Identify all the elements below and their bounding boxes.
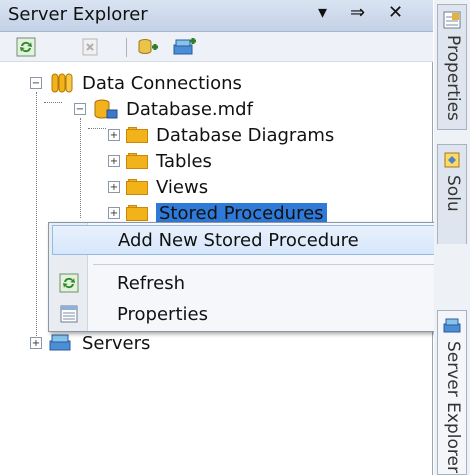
tree-guide-line	[88, 128, 106, 129]
tree-item-tables[interactable]: + Tables	[108, 148, 212, 174]
properties-icon	[443, 11, 461, 29]
folder-icon	[126, 127, 148, 143]
refresh-icon	[59, 273, 79, 293]
tab-label: Server Explorer	[443, 341, 463, 473]
menu-item-refresh[interactable]: Refresh	[49, 268, 461, 298]
collapse-toggle[interactable]: −	[74, 103, 86, 115]
tree-item-label: Data Connections	[82, 72, 242, 94]
tab-label: Solu	[443, 175, 463, 212]
menu-separator	[93, 264, 455, 265]
expand-toggle[interactable]: +	[108, 129, 120, 141]
menu-item-label: Refresh	[117, 272, 185, 294]
connect-server-icon[interactable]	[172, 37, 198, 57]
servers-icon	[49, 334, 71, 351]
tree-item-label: Views	[156, 176, 209, 198]
tree-item-database[interactable]: − Database.mdf	[74, 96, 253, 122]
panel-toolbar	[0, 32, 433, 62]
refresh-icon[interactable]	[16, 37, 36, 57]
data-connections-icon	[51, 73, 73, 93]
toolbar-separator	[126, 38, 127, 57]
menu-item-properties[interactable]: Properties	[49, 299, 461, 329]
panel-title: Server Explorer	[8, 4, 148, 25]
tree-item-label: Database.mdf	[126, 98, 253, 120]
tree-guide-line	[36, 92, 37, 346]
database-icon	[94, 99, 118, 119]
close-icon[interactable]: ✕	[388, 2, 403, 23]
tab-properties[interactable]: Properties	[437, 4, 467, 130]
tab-solution-explorer[interactable]: Solu	[437, 144, 467, 244]
panel-titlebar: Server Explorer ▾ ⇒ ✕	[0, 0, 433, 32]
expand-toggle[interactable]: +	[108, 181, 120, 193]
tab-label: Properties	[443, 35, 463, 121]
menu-item-add-new-stored-procedure[interactable]: Add New Stored Procedure	[52, 225, 458, 255]
tree-guide-line	[80, 118, 81, 218]
tree-item-label-selected: Stored Procedures	[156, 202, 327, 224]
expand-toggle[interactable]: +	[108, 155, 120, 167]
tree-item-label: Tables	[156, 150, 212, 172]
connect-database-icon[interactable]	[136, 37, 162, 57]
expand-toggle[interactable]: +	[30, 337, 42, 349]
expand-toggle[interactable]: +	[108, 207, 120, 219]
menu-item-label: Add New Stored Procedure	[118, 229, 359, 251]
tree-item-label: Database Diagrams	[156, 124, 335, 146]
tree-item-data-connections[interactable]: − Data Connections	[30, 70, 242, 96]
collapse-toggle[interactable]: −	[30, 77, 42, 89]
tab-server-explorer[interactable]: Server Explorer	[437, 310, 467, 475]
menu-item-label: Properties	[117, 303, 208, 325]
solution-icon	[444, 152, 460, 168]
tree-item-database-diagrams[interactable]: + Database Diagrams	[108, 122, 334, 148]
tree-guide-line	[44, 102, 62, 103]
stop-icon[interactable]	[80, 37, 100, 57]
server-explorer-icon	[443, 318, 461, 333]
context-menu: Add New Stored Procedure Refresh Propert…	[48, 222, 462, 332]
side-tab-strip: Properties Solu Server Explorer	[434, 0, 470, 475]
folder-icon	[126, 205, 148, 221]
window-position-dropdown[interactable]: ▾	[318, 2, 327, 23]
folder-icon	[126, 153, 148, 169]
auto-hide-pin-icon[interactable]: ⇒	[350, 2, 365, 23]
tree-item-views[interactable]: + Views	[108, 174, 208, 200]
tree-item-label: Servers	[82, 332, 151, 354]
properties-icon	[60, 305, 78, 323]
tree-item-servers[interactable]: + Servers	[30, 330, 150, 356]
folder-icon	[126, 179, 148, 195]
